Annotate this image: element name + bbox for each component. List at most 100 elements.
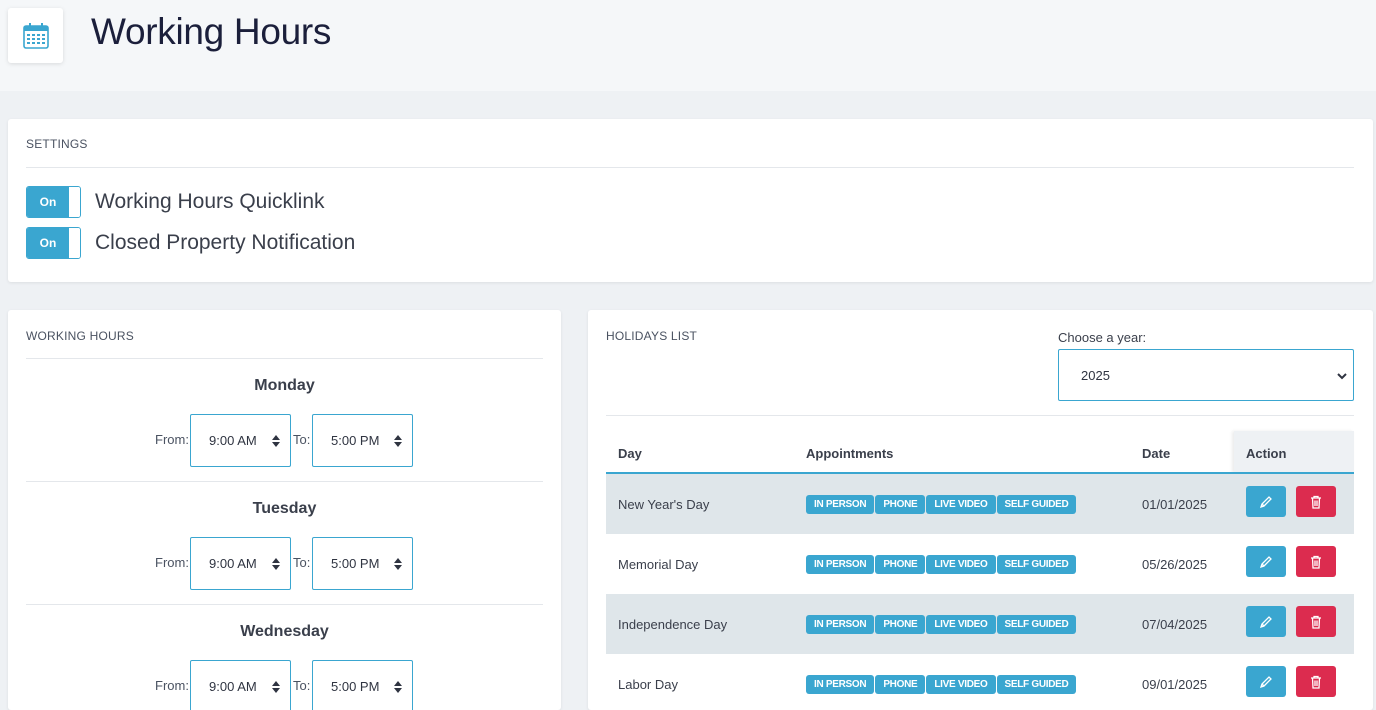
sort-icon — [272, 558, 280, 570]
column-header-date: Date — [1142, 446, 1171, 461]
toggle-label: Closed Property Notification — [95, 231, 356, 254]
holiday-date: 01/01/2025 — [1142, 497, 1208, 512]
appointment-badges: IN PERSON PHONE LIVE VIDEO SELF GUIDED — [806, 615, 1077, 634]
working-hours-card: WORKING HOURS Monday From: 9:00 AM To: 5… — [8, 310, 561, 710]
badge-self-guided: SELF GUIDED — [996, 555, 1077, 574]
column-header-action: Action — [1246, 446, 1287, 461]
time-row-tuesday: From: 9:00 AM To: 5:00 PM — [8, 537, 559, 590]
badge-self-guided: SELF GUIDED — [996, 495, 1077, 514]
holiday-date: 05/26/2025 — [1142, 557, 1208, 572]
notification-toggle[interactable]: On — [26, 227, 81, 259]
table-header: Day Appointments Date Action — [606, 431, 1354, 474]
year-label: Choose a year: — [1058, 330, 1147, 345]
column-header-day: Day — [618, 446, 642, 461]
badge-in-person: IN PERSON — [806, 675, 875, 694]
holidays-card: HOLIDAYS LIST Choose a year: 2025 Day Ap… — [588, 310, 1373, 710]
edit-button[interactable] — [1246, 486, 1286, 517]
badge-in-person: IN PERSON — [806, 555, 875, 574]
year-select[interactable]: 2025 — [1058, 349, 1354, 401]
badge-live-video: LIVE VIDEO — [926, 555, 996, 574]
calendar-icon — [8, 8, 63, 63]
from-time-select[interactable]: 9:00 AM — [190, 537, 291, 590]
from-label: From: — [155, 678, 189, 693]
quicklink-toggle[interactable]: On — [26, 186, 81, 218]
toggle-knob — [69, 228, 80, 258]
from-label: From: — [155, 432, 189, 447]
to-time-value: 5:00 PM — [331, 679, 380, 694]
column-header-appointments: Appointments — [806, 446, 894, 461]
sort-icon — [272, 681, 280, 693]
holidays-title: HOLIDAYS LIST — [606, 329, 698, 343]
pencil-icon — [1259, 555, 1272, 568]
badge-phone: PHONE — [875, 615, 926, 634]
working-hours-title: WORKING HOURS — [26, 329, 134, 343]
trash-icon — [1311, 495, 1321, 509]
from-label: From: — [155, 555, 189, 570]
toggle-row-quicklink: On Working Hours Quicklink — [26, 186, 325, 218]
sort-icon — [394, 558, 402, 570]
badge-live-video: LIVE VIDEO — [926, 615, 996, 634]
delete-button[interactable] — [1296, 666, 1336, 697]
badge-live-video: LIVE VIDEO — [926, 495, 996, 514]
sort-icon — [272, 435, 280, 447]
trash-icon — [1311, 675, 1321, 689]
holiday-date: 09/01/2025 — [1142, 677, 1208, 692]
badge-phone: PHONE — [875, 675, 926, 694]
to-time-value: 5:00 PM — [331, 433, 380, 448]
to-label: To: — [293, 555, 311, 570]
day-name: Wednesday — [240, 623, 329, 640]
holiday-date: 07/04/2025 — [1142, 617, 1208, 632]
day-name: Monday — [254, 377, 315, 394]
to-time-select[interactable]: 5:00 PM — [312, 537, 413, 590]
holiday-name: Independence Day — [618, 617, 728, 632]
delete-button[interactable] — [1296, 546, 1336, 577]
badge-phone: PHONE — [875, 495, 926, 514]
edit-button[interactable] — [1246, 666, 1286, 697]
table-row: Labor Day IN PERSON PHONE LIVE VIDEO SEL… — [606, 654, 1354, 710]
toggle-row-notification: On Closed Property Notification — [26, 227, 355, 259]
badge-in-person: IN PERSON — [806, 495, 875, 514]
to-label: To: — [293, 432, 311, 447]
from-time-value: 9:00 AM — [209, 679, 257, 694]
page-header: Working Hours — [0, 0, 1376, 91]
divider — [26, 481, 543, 482]
appointment-badges: IN PERSON PHONE LIVE VIDEO SELF GUIDED — [806, 495, 1077, 514]
from-time-select[interactable]: 9:00 AM — [190, 414, 291, 467]
to-time-select[interactable]: 5:00 PM — [312, 414, 413, 467]
badge-self-guided: SELF GUIDED — [996, 675, 1077, 694]
to-time-select[interactable]: 5:00 PM — [312, 660, 413, 710]
sort-icon — [394, 681, 402, 693]
holiday-name: Memorial Day — [618, 557, 699, 572]
from-time-value: 9:00 AM — [209, 433, 257, 448]
delete-button[interactable] — [1296, 606, 1336, 637]
divider — [26, 167, 1354, 168]
badge-self-guided: SELF GUIDED — [996, 615, 1077, 634]
toggle-knob — [69, 187, 80, 217]
appointment-badges: IN PERSON PHONE LIVE VIDEO SELF GUIDED — [806, 675, 1077, 694]
sort-icon — [394, 435, 402, 447]
toggle-state: On — [27, 228, 69, 258]
badge-in-person: IN PERSON — [806, 615, 875, 634]
to-label: To: — [293, 678, 311, 693]
edit-button[interactable] — [1246, 546, 1286, 577]
trash-icon — [1311, 555, 1321, 569]
badge-live-video: LIVE VIDEO — [926, 675, 996, 694]
table-row: New Year's Day IN PERSON PHONE LIVE VIDE… — [606, 474, 1354, 534]
edit-button[interactable] — [1246, 606, 1286, 637]
from-time-select[interactable]: 9:00 AM — [190, 660, 291, 710]
table-row: Memorial Day IN PERSON PHONE LIVE VIDEO … — [606, 534, 1354, 594]
page-title: Working Hours — [91, 11, 332, 52]
divider — [26, 604, 543, 605]
holiday-name: Labor Day — [618, 677, 678, 692]
pencil-icon — [1259, 675, 1272, 688]
time-row-monday: From: 9:00 AM To: 5:00 PM — [8, 414, 559, 467]
from-time-value: 9:00 AM — [209, 556, 257, 571]
time-row-wednesday: From: 9:00 AM To: 5:00 PM — [8, 660, 559, 710]
day-name: Tuesday — [252, 500, 317, 517]
pencil-icon — [1259, 615, 1272, 628]
to-time-value: 5:00 PM — [331, 556, 380, 571]
trash-icon — [1311, 615, 1321, 629]
toggle-label: Working Hours Quicklink — [95, 190, 325, 213]
divider — [26, 358, 543, 359]
delete-button[interactable] — [1296, 486, 1336, 517]
